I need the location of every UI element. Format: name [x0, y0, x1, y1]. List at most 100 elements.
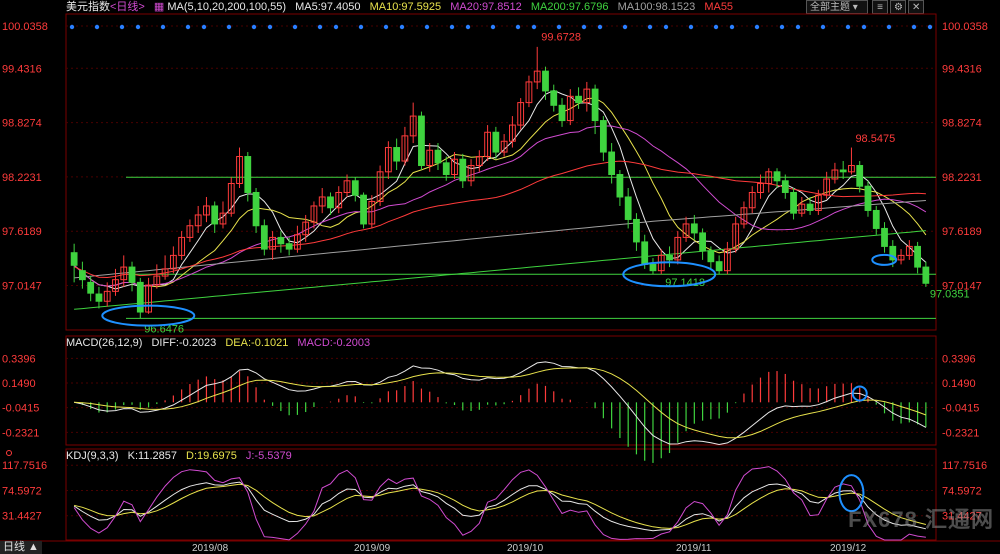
date-tick: 2019/11 — [676, 543, 712, 554]
signal-dot — [383, 24, 389, 30]
date-tick: 2019/08 — [192, 543, 229, 554]
price-tick-right: 100.0358 — [942, 21, 988, 33]
price-tick-left: 98.8274 — [2, 118, 42, 130]
signal-dot — [424, 24, 430, 30]
chart-canvas[interactable]: 100.0358 100.0358 99.4316 99.4316 98.8274 98.… — [0, 0, 1000, 554]
candle-body — [649, 263, 657, 272]
signal-dot — [226, 24, 232, 30]
candle-body — [922, 266, 930, 284]
candle-body — [790, 191, 797, 214]
candle-body — [351, 180, 359, 196]
candle-body — [608, 151, 616, 176]
candle-body — [260, 225, 268, 250]
candle-body — [70, 252, 78, 266]
candle-body — [633, 218, 640, 243]
price-tick-right: 98.8274 — [942, 118, 982, 130]
macd-tick-left: -0.0415 — [2, 403, 39, 415]
candle-body — [128, 266, 136, 283]
kdj-tick-left: 31.4427 — [2, 511, 42, 523]
price-frame — [65, 13, 937, 331]
signal-dot — [861, 24, 867, 30]
watermark-logo: FX678 汇通网 — [848, 507, 994, 532]
candle-body — [79, 270, 86, 281]
candle-body — [699, 232, 706, 252]
candle-body — [492, 131, 500, 153]
signal-dot — [135, 24, 141, 30]
signal-dot — [556, 24, 562, 30]
signal-dot — [886, 24, 892, 30]
date-tick: 2019/09 — [354, 543, 391, 554]
signal-dot — [663, 24, 669, 30]
candle-body — [856, 165, 864, 187]
candle-body — [442, 162, 450, 176]
date-tick: 2019/10 — [507, 543, 544, 554]
signal-dot — [688, 24, 694, 30]
signal-dot — [267, 24, 273, 30]
signal-dot — [845, 24, 851, 30]
candle-body — [542, 70, 549, 92]
candle-body — [434, 149, 442, 164]
candle-body — [575, 95, 582, 104]
signal-dot — [160, 24, 166, 30]
signal-dot — [581, 24, 587, 30]
candle-body — [616, 174, 624, 198]
price-tick-left: 98.2231 — [2, 172, 42, 184]
candle-body — [360, 194, 367, 225]
macd-tick-right: -0.0415 — [942, 403, 979, 415]
candle-body — [914, 245, 921, 268]
candle-body — [872, 209, 880, 229]
macd-tick-left: 0.3396 — [2, 353, 36, 365]
ma-line-ma200 — [74, 230, 926, 310]
candle-body — [707, 250, 715, 263]
price-tick-left: 97.0147 — [2, 281, 42, 293]
kdj-tick-left: 117.7516 — [2, 460, 47, 472]
candle-body — [624, 196, 632, 220]
candle-body — [459, 158, 467, 182]
candle-body — [550, 90, 558, 106]
signal-dot — [185, 24, 191, 30]
signal-dot — [449, 24, 455, 30]
date-tick: 2019/12 — [830, 543, 867, 554]
candle-body — [881, 227, 888, 247]
kdj-tick-right: 117.7516 — [942, 460, 987, 472]
signal-dot — [465, 24, 471, 30]
candle-body — [773, 171, 781, 182]
candle-body — [393, 147, 401, 162]
signal-dot — [927, 24, 933, 30]
candle-body — [599, 120, 607, 153]
candle-body — [641, 241, 649, 265]
candle-body — [277, 236, 285, 245]
candle-body — [418, 115, 425, 167]
macd-tick-right: 0.3396 — [942, 353, 976, 365]
candle-body — [285, 243, 293, 250]
signal-dot — [754, 24, 760, 30]
price-annotation: 98.5475 — [855, 133, 895, 145]
kdj-frame — [65, 448, 937, 541]
candle-body — [806, 203, 814, 211]
signal-dot — [490, 24, 496, 30]
price-tick-left: 100.0358 — [2, 21, 48, 33]
macd-tick-left: -0.2321 — [2, 427, 39, 439]
signal-dot — [292, 24, 298, 30]
signal-dot — [119, 24, 125, 30]
candle-body — [244, 156, 252, 193]
signal-dot — [358, 24, 364, 30]
price-tick-right: 98.2231 — [942, 172, 982, 184]
kdj-tick-right: 74.5972 — [942, 485, 982, 497]
candle-body — [136, 281, 144, 313]
candle-body — [87, 281, 95, 294]
signal-dot — [713, 24, 719, 30]
signal-dot — [622, 24, 628, 30]
candle-body — [211, 205, 219, 225]
candle-body — [864, 185, 872, 211]
pane-marker-icon — [6, 450, 12, 456]
candle-body — [666, 254, 673, 261]
signal-dot — [531, 24, 537, 30]
period-tab[interactable]: 日线 ▲ — [0, 541, 42, 554]
macd-frame — [65, 335, 937, 446]
price-annotation: 99.6728 — [541, 32, 581, 44]
macd-tick-right: -0.2321 — [942, 427, 979, 439]
signal-dot — [647, 24, 653, 30]
macd-tick-left: 0.1490 — [2, 378, 36, 390]
price-annotation: 97.0351 — [930, 289, 970, 301]
